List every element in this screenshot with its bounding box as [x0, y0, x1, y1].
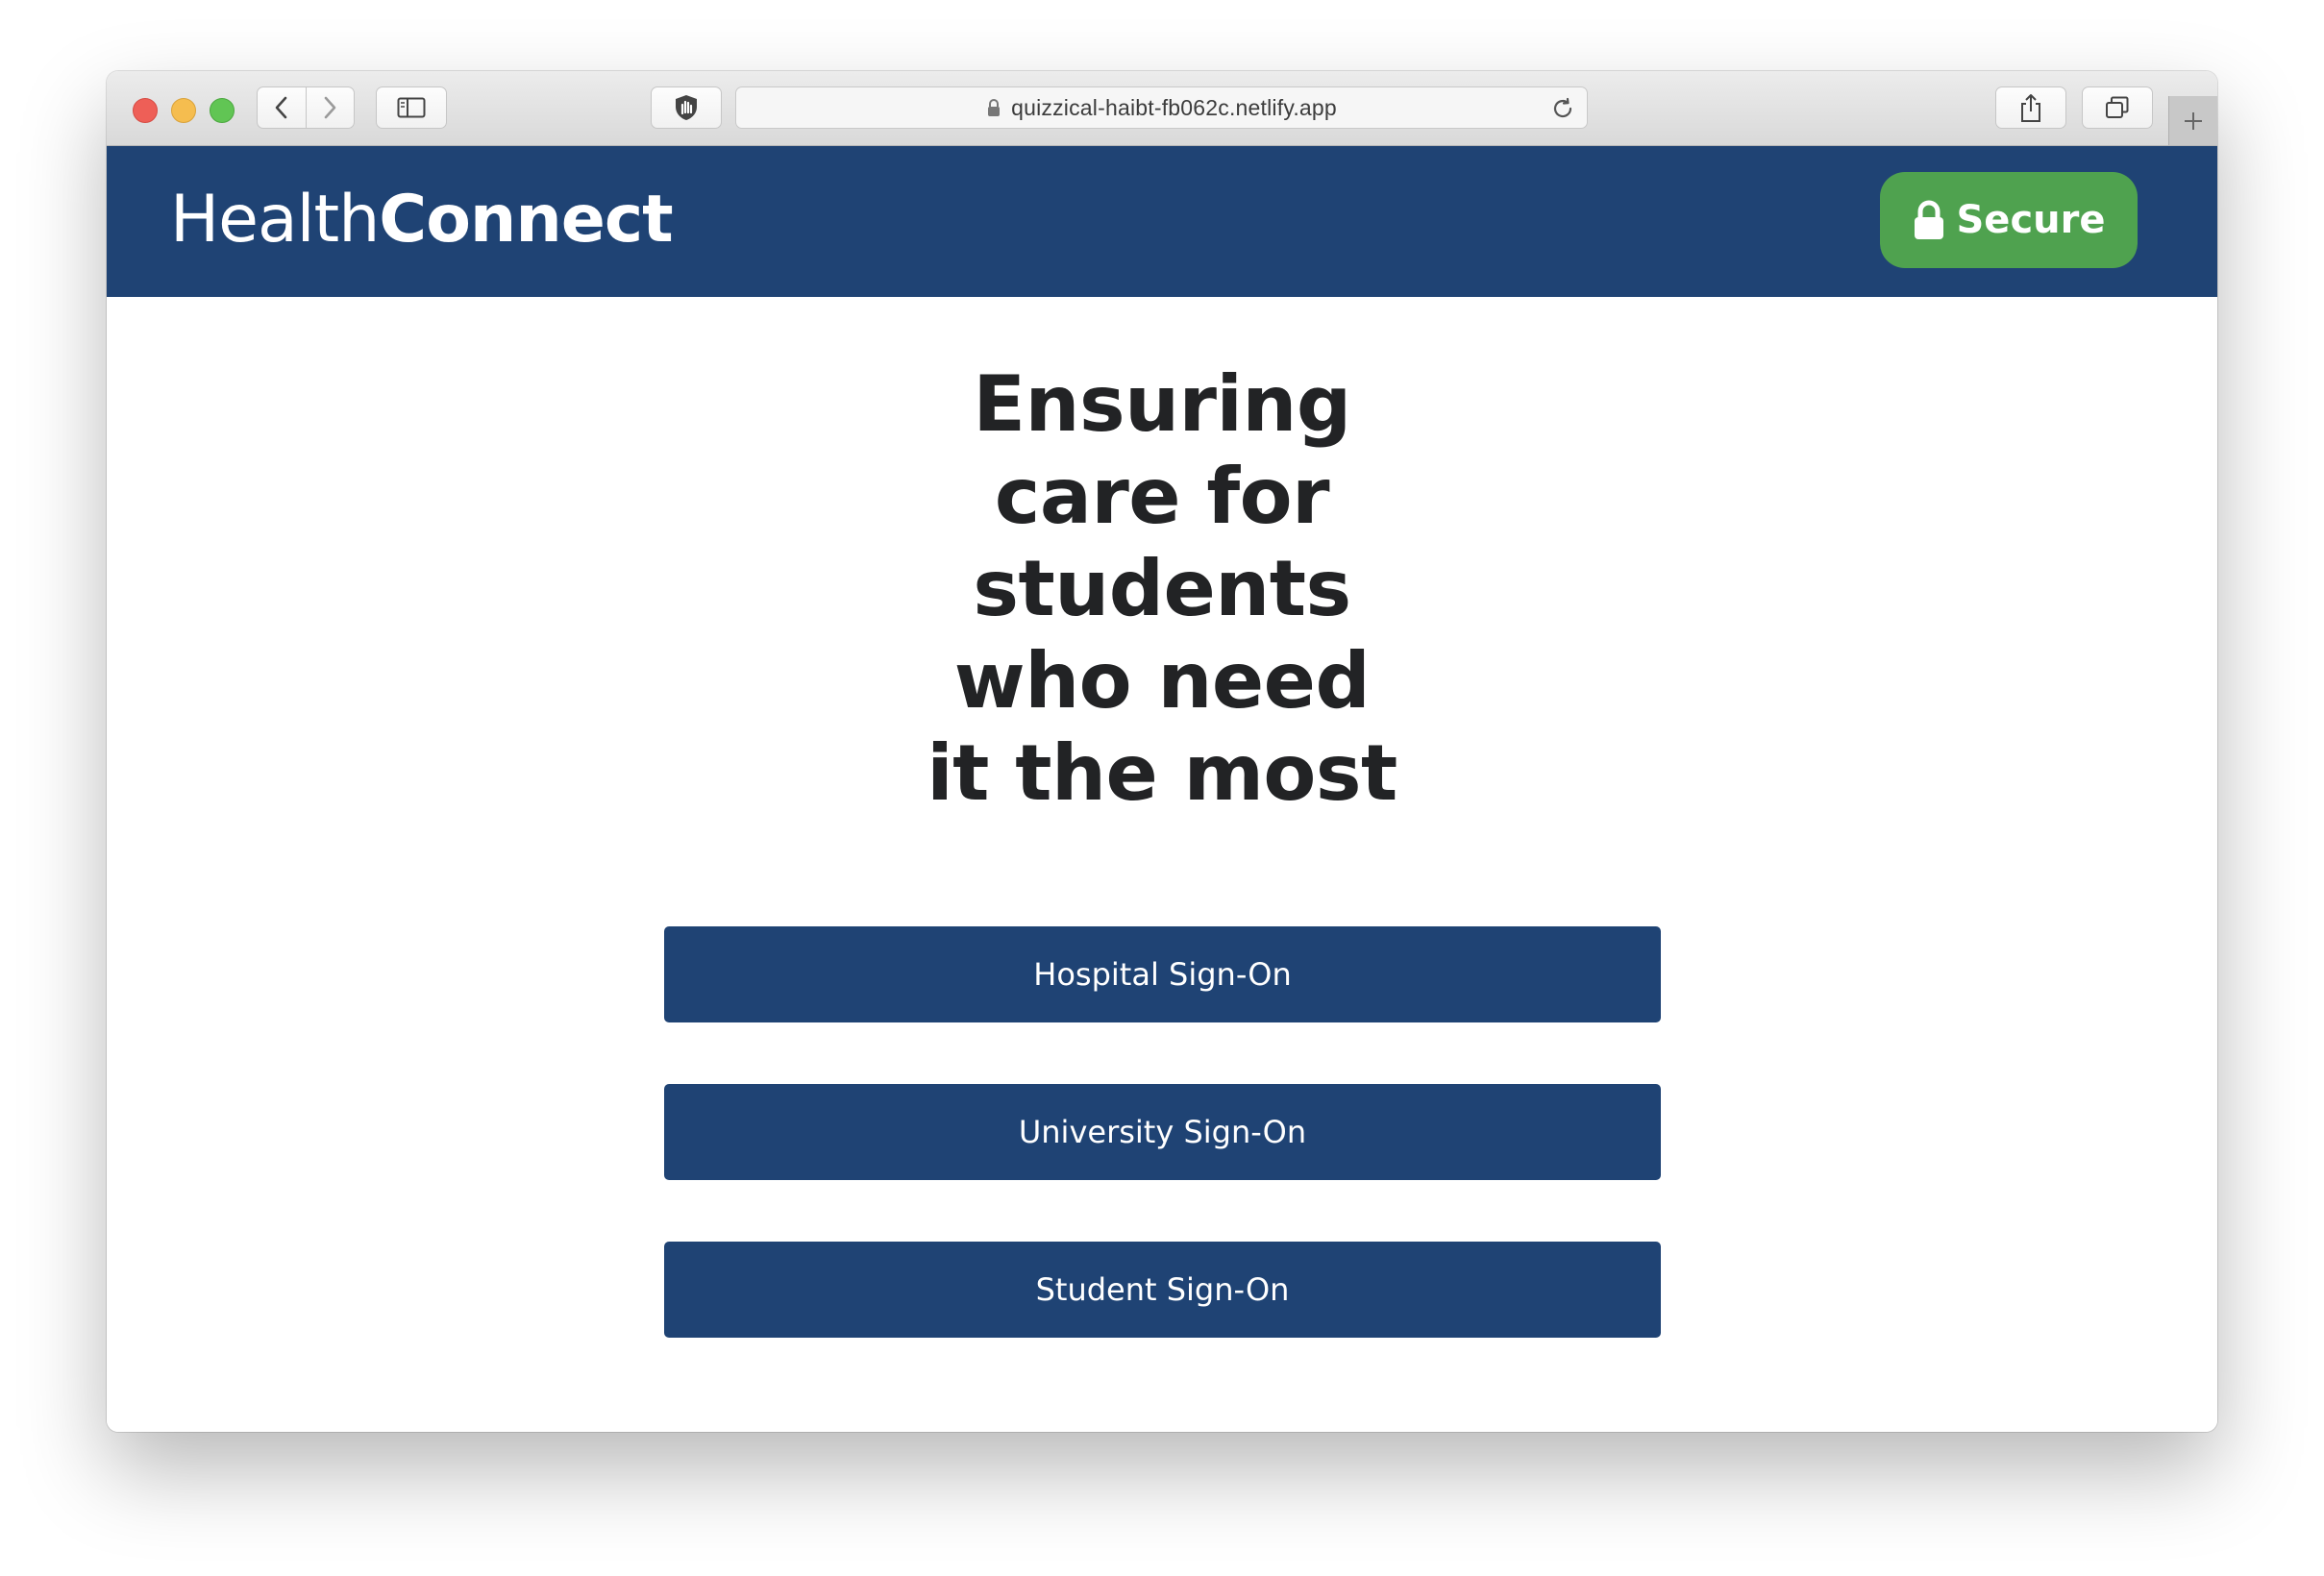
- brand-logo[interactable]: HealthConnect: [170, 181, 674, 259]
- chevron-right-icon: [324, 96, 336, 119]
- privacy-report-button[interactable]: [651, 86, 722, 129]
- url-text: quizzical-haibt-fb062c.netlify.app: [1011, 94, 1337, 120]
- new-tab-button[interactable]: [2168, 96, 2217, 145]
- minimize-window-button[interactable]: [171, 98, 196, 123]
- screenshot-stage: quizzical-haibt-fb062c.netlify.app Healt…: [0, 0, 2324, 1576]
- secure-button[interactable]: Secure: [1880, 172, 2138, 268]
- lock-icon: [1914, 200, 1943, 239]
- reload-icon: [1553, 97, 1572, 118]
- share-icon: [2021, 94, 2040, 122]
- headline-line: Ensuring: [973, 359, 1351, 449]
- brand-text-bold: Connect: [379, 182, 673, 258]
- browser-toolbar: quizzical-haibt-fb062c.netlify.app: [107, 71, 2217, 146]
- hand-shield-icon: [676, 95, 697, 120]
- address-bar[interactable]: quizzical-haibt-fb062c.netlify.app: [735, 86, 1588, 129]
- browser-window: quizzical-haibt-fb062c.netlify.app Healt…: [107, 71, 2217, 1432]
- address-content: quizzical-haibt-fb062c.netlify.app: [736, 87, 1587, 128]
- back-button[interactable]: [258, 87, 307, 128]
- headline-line: care for: [994, 452, 1330, 541]
- site-header: HealthConnect Secure: [107, 146, 2217, 297]
- share-button[interactable]: [1995, 86, 2066, 129]
- headline-line: who need: [953, 636, 1371, 726]
- main-content: Ensuring care for students who need it t…: [107, 297, 2217, 1432]
- plus-icon: [2185, 111, 2202, 130]
- university-sign-on-label: University Sign-On: [1018, 1114, 1307, 1150]
- tab-overview-button[interactable]: [2082, 86, 2153, 129]
- close-window-button[interactable]: [133, 98, 158, 123]
- hospital-sign-on-button[interactable]: Hospital Sign-On: [664, 926, 1661, 1022]
- headline-line: students: [973, 544, 1351, 633]
- brand-text-light: Health: [170, 182, 380, 258]
- sidebar-button[interactable]: [376, 86, 447, 129]
- lock-icon: [988, 99, 1001, 116]
- secure-label: Secure: [1956, 198, 2106, 242]
- zoom-window-button[interactable]: [210, 98, 235, 123]
- tabs-icon: [2106, 96, 2129, 118]
- sidebar-icon: [397, 97, 426, 118]
- student-sign-on-button[interactable]: Student Sign-On: [664, 1242, 1661, 1338]
- headline-line: it the most: [927, 728, 1397, 818]
- hospital-sign-on-label: Hospital Sign-On: [1033, 956, 1292, 993]
- university-sign-on-button[interactable]: University Sign-On: [664, 1084, 1661, 1180]
- back-forward-group: [257, 86, 355, 129]
- forward-button[interactable]: [307, 87, 355, 128]
- hero-headline: Ensuring care for students who need it t…: [874, 358, 1450, 820]
- reload-button[interactable]: [1550, 96, 1575, 126]
- student-sign-on-label: Student Sign-On: [1035, 1271, 1290, 1308]
- chevron-left-icon: [275, 96, 287, 119]
